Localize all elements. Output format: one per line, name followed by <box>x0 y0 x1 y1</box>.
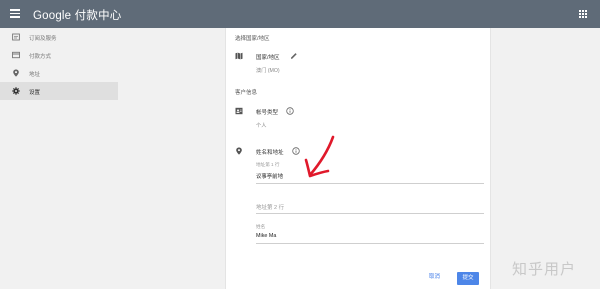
sidebar-item-subscriptions[interactable]: 订阅及服务 <box>0 28 118 46</box>
gear-icon <box>12 87 20 95</box>
red-arrow-annotation <box>304 135 335 178</box>
sidebar: 订阅及服务 付款方式 地址 设置 <box>0 28 118 100</box>
location-pin-icon <box>236 147 242 155</box>
settings-form-card: 选择国家/地区 国家/地区 澳门 (MO) 客户信息 帐号类型 个人 姓名和地址… <box>225 28 491 289</box>
receipt-icon <box>12 33 20 41</box>
edit-pencil-icon[interactable] <box>290 52 298 60</box>
account-type-value: 个人 <box>256 123 267 129</box>
account-type-label: 帐号类型 <box>256 110 279 116</box>
submit-button[interactable]: 提交 <box>457 272 479 285</box>
apps-grid-icon[interactable] <box>579 10 587 18</box>
customer-info-section-title: 客户信息 <box>235 90 258 96</box>
country-section-title: 选择国家/地区 <box>235 36 270 42</box>
menu-icon[interactable] <box>10 9 20 18</box>
name-address-label: 姓名和地址 <box>256 150 284 156</box>
app-title: Google 付款中心 <box>33 10 122 22</box>
address-line1-field[interactable]: 地址第 1 行 议事亭前地 <box>256 162 484 184</box>
name-value: Mike Ma <box>256 233 277 239</box>
cancel-button[interactable]: 取消 <box>429 272 440 280</box>
info-icon[interactable] <box>286 107 294 115</box>
country-label: 国家/地区 <box>256 55 280 61</box>
name-label: 姓名 <box>256 224 266 229</box>
sidebar-item-label: 地址 <box>29 72 41 78</box>
top-app-bar: Google 付款中心 <box>0 0 600 28</box>
watermark-text: 知乎用户 <box>512 260 577 278</box>
sidebar-item-settings[interactable]: 设置 <box>0 82 118 100</box>
address-line2-placeholder: 地址第 2 行 <box>256 205 285 211</box>
address-line1-label: 地址第 1 行 <box>256 162 280 167</box>
credit-card-icon <box>12 51 20 59</box>
sidebar-item-label: 付款方式 <box>29 54 52 60</box>
map-icon <box>235 52 243 60</box>
sidebar-item-addresses[interactable]: 地址 <box>0 64 118 82</box>
account-card-icon <box>235 107 243 115</box>
address-line2-field[interactable]: 地址第 2 行 <box>256 200 484 214</box>
country-value: 澳门 (MO) <box>256 68 280 74</box>
address-line1-value: 议事亭前地 <box>256 174 283 180</box>
sidebar-item-payment-methods[interactable]: 付款方式 <box>0 46 118 64</box>
sidebar-item-label: 设置 <box>29 90 41 96</box>
sidebar-item-label: 订阅及服务 <box>29 36 57 42</box>
name-field[interactable]: 姓名 Mike Ma <box>256 224 484 244</box>
location-pin-icon <box>13 69 19 77</box>
